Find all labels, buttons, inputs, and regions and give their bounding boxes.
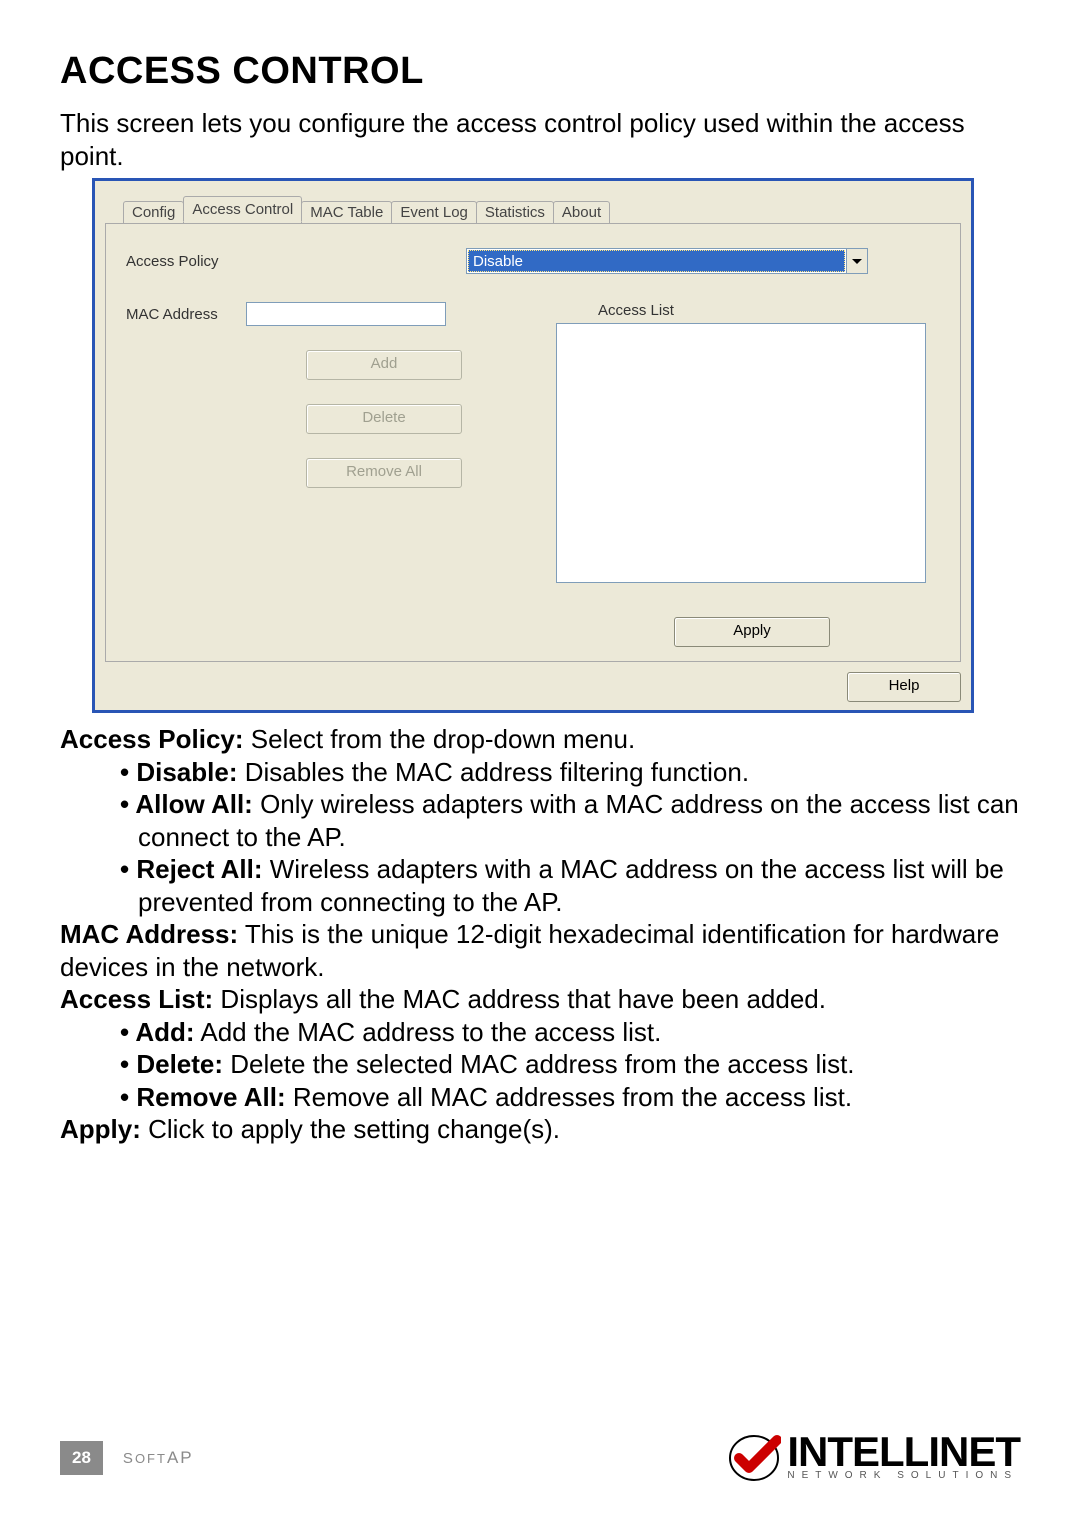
- tab-event-log[interactable]: Event Log: [391, 201, 477, 224]
- brand-subtitle: NETWORK SOLUTIONS: [787, 1470, 1020, 1481]
- text-access-list: Displays all the MAC address that have b…: [213, 984, 826, 1014]
- apply-button[interactable]: Apply: [674, 617, 830, 647]
- tab-about[interactable]: About: [553, 201, 610, 224]
- text-delete: Delete the selected MAC address from the…: [223, 1049, 855, 1079]
- term-allow-all: Allow All:: [135, 789, 252, 819]
- delete-button[interactable]: Delete: [306, 404, 462, 434]
- text-apply: Click to apply the setting change(s).: [141, 1114, 560, 1144]
- term-apply: Apply:: [60, 1114, 141, 1144]
- tab-statistics[interactable]: Statistics: [476, 201, 554, 224]
- page-heading: Access Control: [60, 50, 1020, 93]
- term-access-policy: Access Policy:: [60, 724, 244, 754]
- text-reject-all: Wireless adapters with a MAC address on …: [138, 854, 1004, 917]
- text-add: Add the MAC address to the access list.: [195, 1017, 662, 1047]
- footer-section-label: SOFTAP: [123, 1448, 194, 1468]
- access-list-box[interactable]: [556, 323, 926, 583]
- access-list-label: Access List: [556, 302, 940, 319]
- description-block: Access Policy: Select from the drop-down…: [60, 723, 1020, 1146]
- access-policy-label: Access Policy: [126, 253, 286, 270]
- term-mac-address: MAC Address:: [60, 919, 238, 949]
- access-policy-dropdown[interactable]: Disable: [466, 248, 868, 274]
- text-disable: Disables the MAC address filtering funct…: [237, 757, 749, 787]
- access-policy-row: Access Policy Disable: [126, 248, 940, 274]
- term-disable: Disable:: [136, 757, 237, 787]
- help-button[interactable]: Help: [847, 672, 961, 702]
- text-remove-all: Remove all MAC addresses from the access…: [286, 1082, 852, 1112]
- tab-config[interactable]: Config: [123, 201, 184, 224]
- text-allow-all: Only wireless adapters with a MAC addres…: [138, 789, 1019, 852]
- page-number: 28: [60, 1441, 103, 1475]
- mac-address-row: MAC Address Add Delete Remove All Access…: [126, 302, 940, 643]
- add-button[interactable]: Add: [306, 350, 462, 380]
- brand-checkmark-icon: [727, 1434, 781, 1482]
- remove-all-button[interactable]: Remove All: [306, 458, 462, 488]
- term-reject-all: Reject All:: [136, 854, 262, 884]
- mac-address-input[interactable]: [246, 302, 446, 326]
- chevron-down-icon: [852, 259, 862, 264]
- tabstrip: Config Access Control MAC Table Event Lo…: [105, 181, 961, 223]
- term-access-list: Access List:: [60, 984, 213, 1014]
- dropdown-button[interactable]: [846, 249, 867, 273]
- mac-address-label: MAC Address: [126, 306, 246, 323]
- term-remove-all: Remove All:: [136, 1082, 285, 1112]
- term-add: Add:: [135, 1017, 194, 1047]
- term-delete: Delete:: [136, 1049, 223, 1079]
- brand-name: INTELLINET: [787, 1435, 1020, 1469]
- softap-dialog: Config Access Control MAC Table Event Lo…: [92, 178, 974, 713]
- brand-logo: INTELLINET NETWORK SOLUTIONS: [727, 1434, 1020, 1482]
- dialog-screenshot: Config Access Control MAC Table Event Lo…: [92, 178, 1020, 713]
- tab-panel: Access Policy Disable MAC Address: [105, 223, 961, 662]
- tab-mac-table[interactable]: MAC Table: [301, 201, 392, 224]
- page-footer: 28 SOFTAP INTELLINET NETWORK SOLUTIONS: [60, 1434, 1020, 1482]
- tab-access-control[interactable]: Access Control: [183, 196, 302, 222]
- intro-text: This screen lets you configure the acces…: [60, 107, 1020, 172]
- access-policy-value: Disable: [468, 250, 845, 272]
- text-access-policy: Select from the drop-down menu.: [244, 724, 636, 754]
